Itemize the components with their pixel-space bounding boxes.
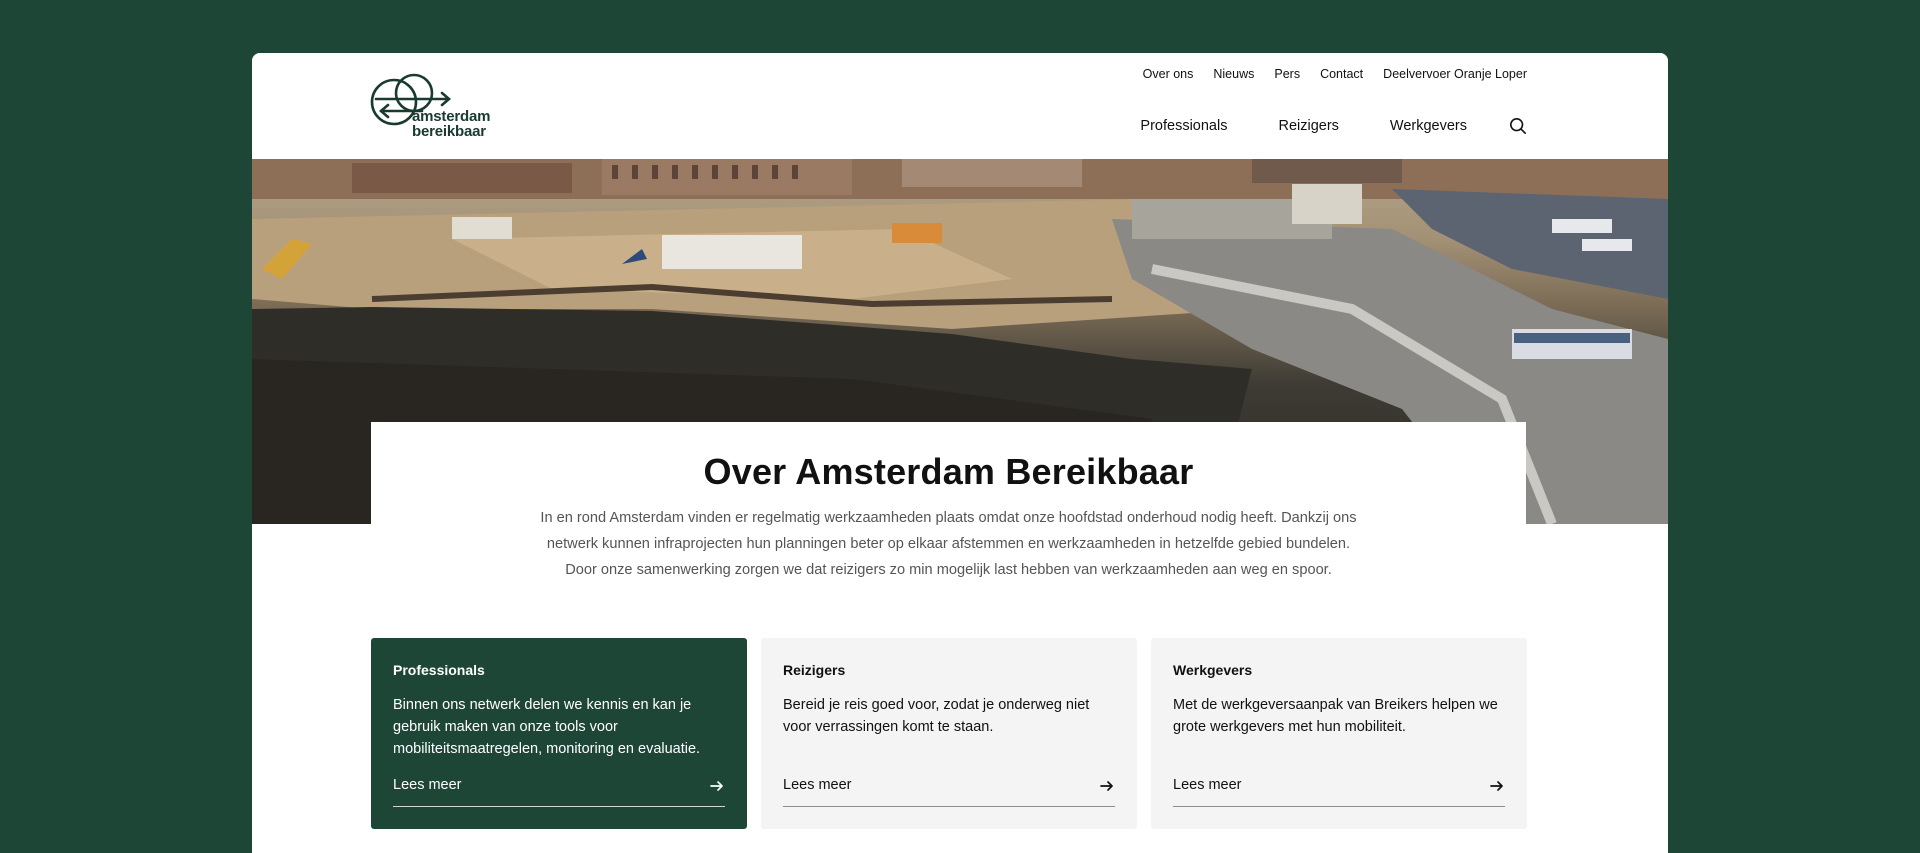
arrow-right-icon — [1100, 781, 1113, 791]
mainnav-reizigers[interactable]: Reizigers — [1278, 118, 1338, 134]
page-frame: amsterdam bereikbaar Over ons Nieuws Per… — [252, 53, 1668, 853]
search-icon[interactable] — [1509, 117, 1527, 135]
page-title: Over Amsterdam Bereikbaar — [703, 451, 1194, 492]
utility-nav: Over ons Nieuws Pers Contact Deelvervoer… — [1143, 67, 1527, 81]
mainnav-professionals[interactable]: Professionals — [1140, 118, 1227, 134]
main-nav: Professionals Reizigers Werkgevers — [1140, 117, 1527, 135]
lees-meer-link[interactable]: Lees meer — [783, 777, 1115, 807]
arrow-right-icon — [710, 781, 723, 791]
lees-meer-label: Lees meer — [783, 777, 852, 793]
site-logo[interactable]: amsterdam bereikbaar — [370, 71, 495, 141]
site-header: amsterdam bereikbaar Over ons Nieuws Per… — [252, 53, 1668, 159]
topnav-pers[interactable]: Pers — [1274, 67, 1300, 81]
topnav-over-ons[interactable]: Over ons — [1143, 67, 1194, 81]
card-title: Professionals — [393, 662, 485, 678]
intro-section: Over Amsterdam Bereikbaar In en rond Ams… — [371, 422, 1526, 597]
lees-meer-link[interactable]: Lees meer — [393, 777, 725, 807]
card-title: Reizigers — [783, 662, 846, 678]
card-reizigers[interactable]: Reizigers Bereid je reis goed voor, zoda… — [761, 638, 1137, 829]
topnav-nieuws[interactable]: Nieuws — [1213, 67, 1254, 81]
mainnav-werkgevers[interactable]: Werkgevers — [1390, 118, 1467, 134]
lees-meer-label: Lees meer — [1173, 777, 1242, 793]
topnav-contact[interactable]: Contact — [1320, 67, 1363, 81]
card-text: Binnen ons netwerk delen we kennis en ka… — [393, 697, 701, 757]
card-text: Bereid je reis goed voor, zodat je onder… — [783, 697, 1090, 735]
intro-line-2: netwerk kunnen infraprojecten hun planni… — [546, 536, 1351, 552]
card-title: Werkgevers — [1173, 662, 1253, 678]
card-text: Met de werkgeversaanpak van Breikers hel… — [1173, 697, 1498, 735]
audience-cards: Professionals Binnen ons netwerk delen w… — [371, 638, 1527, 829]
intro-line-1: In en rond Amsterdam vinden er regelmati… — [540, 510, 1357, 526]
card-werkgevers[interactable]: Werkgevers Met de werkgeversaanpak van B… — [1151, 638, 1527, 829]
intro-line-3: Door onze samenwerking zorgen we dat rei… — [565, 562, 1332, 578]
intro-text: In en rond Amsterdam vinden er regelmati… — [529, 505, 1369, 583]
arrow-right-icon — [1490, 781, 1503, 791]
topnav-deelvervoer[interactable]: Deelvervoer Oranje Loper — [1383, 67, 1527, 81]
logo-wordmark: amsterdam bereikbaar — [412, 108, 491, 140]
lees-meer-link[interactable]: Lees meer — [1173, 777, 1505, 807]
card-professionals[interactable]: Professionals Binnen ons netwerk delen w… — [371, 638, 747, 829]
lees-meer-label: Lees meer — [393, 777, 462, 793]
